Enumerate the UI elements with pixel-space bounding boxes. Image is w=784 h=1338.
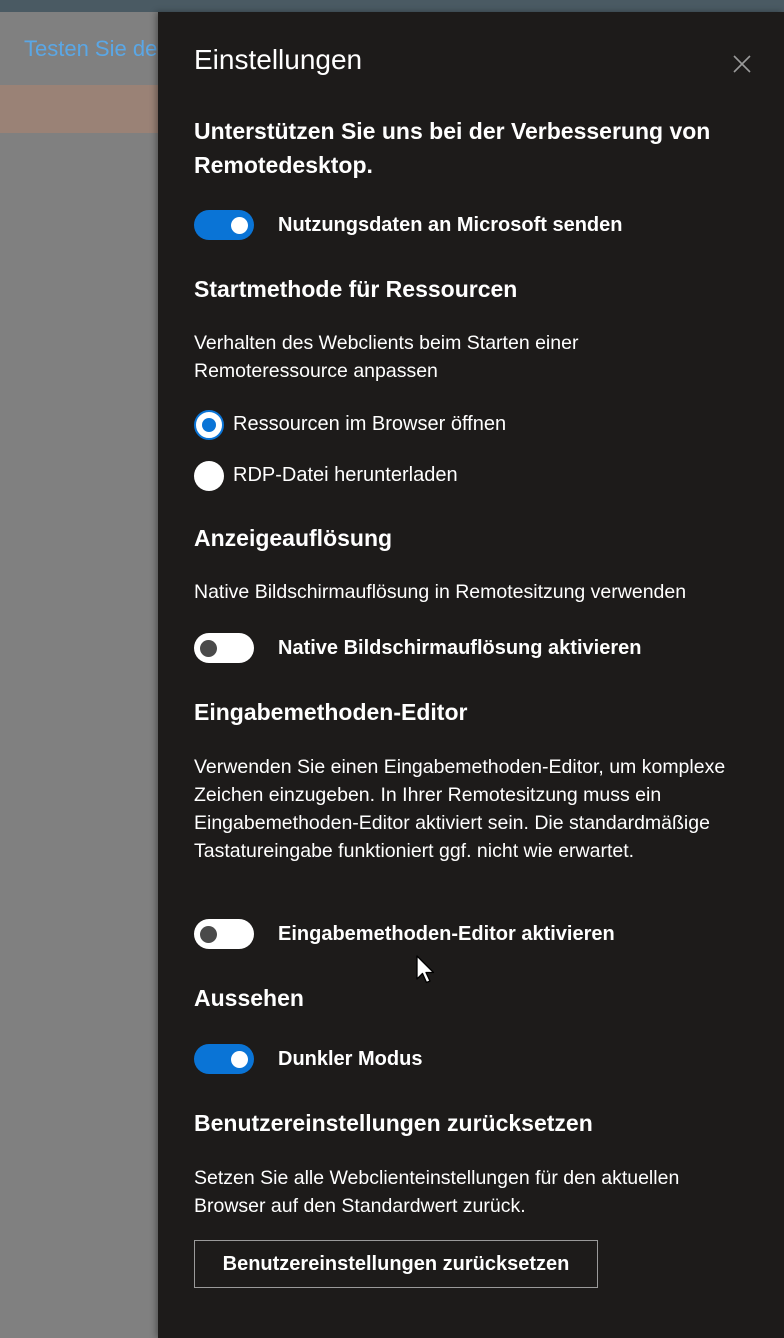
close-icon xyxy=(733,55,751,73)
ime-toggle-label: Eingabemethoden-Editor aktivieren xyxy=(278,923,615,945)
toggle-knob xyxy=(200,926,217,943)
dark-mode-toggle-label: Dunkler Modus xyxy=(278,1048,423,1070)
settings-panel: Einstellungen Unterstützen Sie uns bei d… xyxy=(158,12,784,1338)
close-button[interactable] xyxy=(728,50,756,78)
reset-settings-button[interactable]: Benutzereinstellungen zurücksetzen xyxy=(194,1240,598,1288)
radio-open-in-browser-label[interactable]: Ressourcen im Browser öffnen xyxy=(233,413,506,436)
dark-mode-toggle[interactable] xyxy=(194,1044,254,1074)
resolution-description: Native Bildschirmauflösung in Remotesitz… xyxy=(194,581,687,603)
background-link[interactable]: Testen Sie de xyxy=(24,36,157,62)
reset-description: Setzen Sie alle Webclienteinstellungen f… xyxy=(194,1167,680,1217)
telemetry-toggle[interactable] xyxy=(194,210,254,240)
telemetry-toggle-label: Nutzungsdaten an Microsoft senden xyxy=(278,214,623,236)
ime-toggle[interactable] xyxy=(194,919,254,949)
top-bar xyxy=(0,0,784,12)
panel-title: Einstellungen xyxy=(194,44,363,75)
native-resolution-toggle-label: Native Bildschirmauflösung aktivieren xyxy=(278,637,642,659)
launch-method-heading: Startmethode für Ressourcen xyxy=(194,276,518,302)
background-banner xyxy=(0,85,160,133)
ime-heading: Eingabemethoden-Editor xyxy=(194,699,468,725)
toggle-knob xyxy=(231,217,248,234)
toggle-knob xyxy=(231,1051,248,1068)
toggle-knob xyxy=(200,640,217,657)
mouse-cursor-icon xyxy=(416,955,435,984)
radio-download-rdp[interactable] xyxy=(194,461,224,491)
radio-selected-dot xyxy=(202,418,216,432)
native-resolution-toggle[interactable] xyxy=(194,633,254,663)
reset-heading: Benutzereinstellungen zurücksetzen xyxy=(194,1110,593,1136)
radio-open-in-browser[interactable] xyxy=(194,410,224,440)
telemetry-heading: Unterstützen Sie uns bei der Verbesserun… xyxy=(194,118,711,178)
ime-description: Verwenden Sie einen Eingabemethoden-Edit… xyxy=(194,756,726,862)
launch-method-description: Verhalten des Webclients beim Starten ei… xyxy=(194,332,579,382)
appearance-heading: Aussehen xyxy=(194,985,304,1011)
resolution-heading: Anzeigeauflösung xyxy=(194,525,393,551)
radio-download-rdp-label[interactable]: RDP-Datei herunterladen xyxy=(233,464,458,487)
